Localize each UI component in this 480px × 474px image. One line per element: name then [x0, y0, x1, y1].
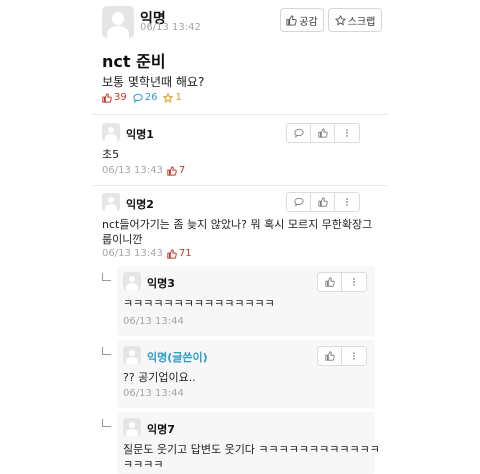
comment-text-line: 룹이니깐	[102, 233, 143, 246]
reply-author: 익명(글쓴이)	[147, 351, 208, 364]
reply-time: 06/13 13:44	[123, 316, 184, 327]
reply-like-button[interactable]	[318, 273, 342, 291]
more-vertical-icon	[346, 198, 348, 206]
more-vertical-icon	[346, 129, 348, 137]
more-button[interactable]	[342, 347, 366, 365]
more-vertical-icon	[353, 278, 355, 286]
post-stats: 39 26 1	[102, 92, 182, 103]
comment-count-value: 26	[144, 92, 158, 103]
reply-text-line: 질문도 웃기고 답변도 웃기다 ㅋㅋㅋㅋㅋㅋㅋㅋㅋㅋㅋㅋ	[123, 443, 380, 456]
speech-bubble-icon	[293, 128, 304, 138]
post-time: 06/13 13:42	[140, 22, 201, 33]
thumbs-up-icon	[324, 277, 335, 287]
speech-bubble-icon	[293, 197, 304, 207]
reply-meta: 06/13 13:44	[123, 388, 184, 399]
reply-text: 질문도 웃기고 답변도 웃기다 ㅋㅋㅋㅋㅋㅋㅋㅋㅋㅋㅋㅋ ㅋㅋㅋㅋ	[123, 442, 380, 472]
like-button-label: 공감	[299, 16, 318, 28]
comment-actions	[286, 123, 360, 143]
reply-text: ?? 공기업이요..	[123, 371, 196, 384]
reply-arrow-icon	[102, 347, 111, 355]
reply-like-button[interactable]	[318, 347, 342, 365]
thumbs-up-icon	[286, 14, 297, 26]
reply-arrow-icon	[102, 419, 111, 427]
reply-button[interactable]	[287, 193, 311, 211]
comment-text: nct들어가기는 좀 늦지 않았나? 뭐 혹시 모르지 무한확장그 룹이니깐	[102, 217, 372, 247]
scrap-count-value: 1	[175, 92, 182, 103]
divider	[92, 185, 388, 186]
reply-author: 익명3	[147, 277, 175, 290]
star-icon	[163, 92, 174, 103]
divider	[92, 114, 388, 115]
comment-author: 익명1	[126, 128, 154, 141]
post-title: nct 준비	[102, 52, 166, 71]
like-count-value: 39	[114, 92, 127, 103]
reply-content: 익명7 질문도 웃기고 답변도 웃기다 ㅋㅋㅋㅋㅋㅋㅋㅋㅋㅋㅋㅋ ㅋㅋㅋㅋ	[123, 418, 380, 474]
comment-like-button[interactable]	[311, 124, 335, 142]
post-avatar	[102, 6, 134, 38]
like-count: 39	[102, 92, 127, 103]
reply-meta: 06/13 13:44	[123, 316, 184, 327]
star-icon	[334, 14, 346, 26]
comment-count: 26	[133, 92, 158, 103]
scrap-button[interactable]: 스크랩	[328, 8, 382, 32]
reply-text-line: ㅋㅋㅋㅋ	[123, 458, 164, 471]
avatar-icon	[123, 346, 141, 364]
more-button[interactable]	[342, 273, 366, 291]
comment-like-button[interactable]	[311, 193, 335, 211]
thumbs-up-icon	[167, 165, 177, 176]
comment-text: 초5	[102, 148, 120, 161]
post-page: 익명 06/13 13:42 공감 스크랩 nct 준비 보통 몇학년때 해요?…	[92, 0, 388, 474]
comment-time: 06/13 13:43	[102, 248, 163, 259]
avatar-icon	[123, 272, 141, 290]
reply-item: 익명7 질문도 웃기고 답변도 웃기다 ㅋㅋㅋㅋㅋㅋㅋㅋㅋㅋㅋㅋ ㅋㅋㅋㅋ	[117, 412, 380, 474]
avatar-icon	[102, 193, 120, 211]
reply-item: 익명3 ㅋㅋㅋㅋㅋㅋㅋㅋㅋㅋㅋㅋㅋㅋㅋ 06/13 13:44	[117, 266, 375, 336]
post-body: 보통 몇학년때 해요?	[102, 75, 205, 89]
comment-time: 06/13 13:43	[102, 165, 163, 176]
comment-meta: 06/13 13:43 71	[102, 248, 192, 259]
reply-actions	[317, 272, 367, 292]
scrap-button-label: 스크랩	[347, 16, 376, 28]
more-button[interactable]	[335, 193, 359, 211]
comment-author: 익명2	[126, 198, 154, 211]
reply-button[interactable]	[287, 124, 311, 142]
avatar-icon	[123, 418, 141, 436]
reply-arrow-icon	[102, 273, 111, 281]
like-button[interactable]: 공감	[280, 8, 324, 32]
thumbs-up-icon	[102, 92, 112, 103]
comment-actions	[286, 192, 360, 212]
speech-bubble-icon	[133, 93, 143, 103]
more-vertical-icon	[353, 352, 355, 360]
reply-time: 06/13 13:44	[123, 388, 184, 399]
reply-text: ㅋㅋㅋㅋㅋㅋㅋㅋㅋㅋㅋㅋㅋㅋㅋ	[123, 297, 275, 310]
comment-like-count: 7	[167, 165, 185, 176]
thumbs-up-icon	[317, 128, 328, 138]
thumbs-up-icon	[317, 197, 328, 207]
scrap-count: 1	[163, 92, 182, 103]
reply-item: 익명(글쓴이) ?? 공기업이요.. 06/13 13:44	[117, 340, 375, 408]
avatar-icon	[102, 123, 120, 141]
comment-like-value: 71	[178, 248, 192, 259]
reply-actions	[317, 346, 367, 366]
more-button[interactable]	[335, 124, 359, 142]
thumbs-up-icon	[167, 248, 177, 259]
thumbs-up-icon	[324, 351, 335, 361]
comment-meta: 06/13 13:43 7	[102, 165, 185, 176]
comment-like-count: 71	[167, 248, 192, 259]
comment-text-line: nct들어가기는 좀 늦지 않았나? 뭐 혹시 모르지 무한확장그	[102, 218, 373, 231]
comment-like-value: 7	[178, 165, 186, 176]
reply-author: 익명7	[147, 423, 175, 436]
